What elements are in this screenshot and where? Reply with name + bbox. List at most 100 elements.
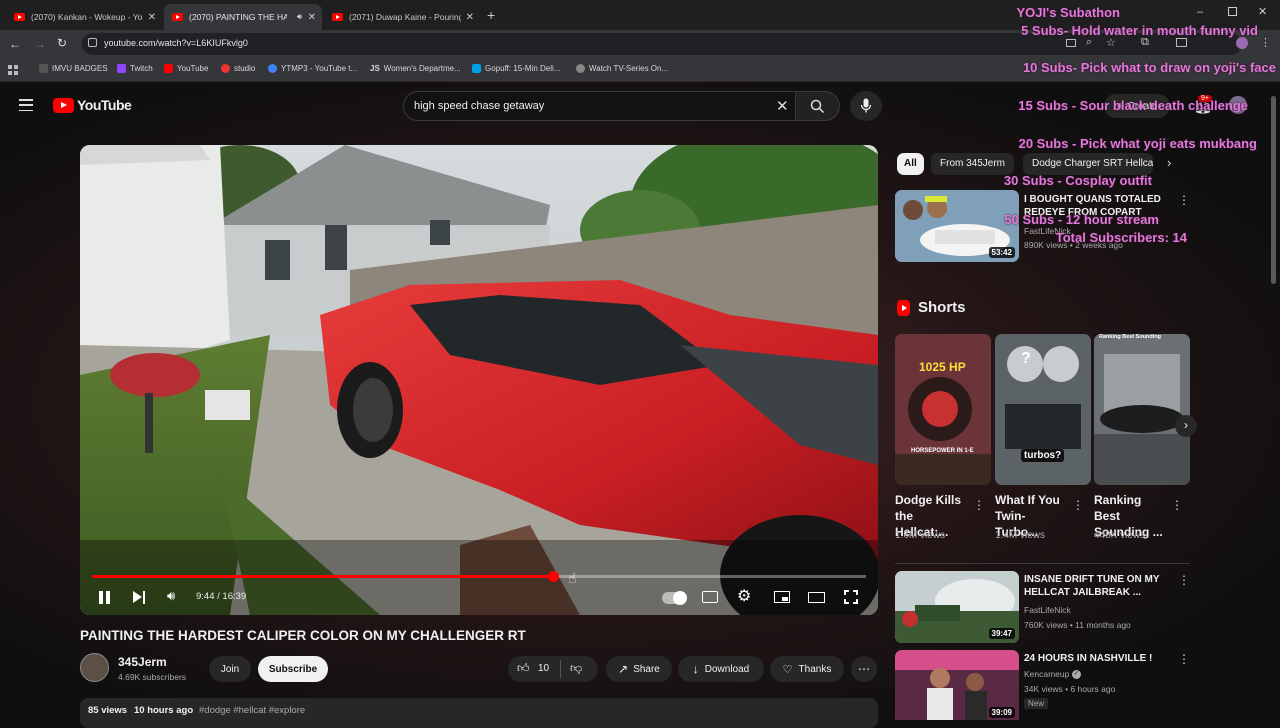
time-total: 16:39 — [222, 591, 247, 602]
more-options-icon[interactable]: ⋮ — [1178, 194, 1190, 206]
short-thumbnail[interactable]: 1025 HP HORSEPOWER IN 1-E — [895, 334, 991, 485]
rec-video-meta: 760K views • 11 months ago — [1024, 620, 1131, 630]
short-thumb-text: 1025 HP — [919, 360, 966, 374]
chips-next-icon[interactable]: › — [1167, 155, 1171, 170]
channel-name[interactable]: 345Jerm — [118, 655, 167, 669]
theater-mode-icon[interactable] — [808, 592, 825, 603]
chip-related[interactable]: Dodge Charger SRT Hellca — [1023, 153, 1153, 175]
rec-channel-name[interactable]: FastLifeNick — [1024, 605, 1071, 615]
rec-channel-name[interactable]: Kencameup ✓ — [1024, 669, 1081, 680]
site-info-icon[interactable] — [88, 38, 97, 47]
more-options-icon[interactable]: ⋮ — [1178, 653, 1190, 665]
clear-search-icon[interactable]: ✕ — [776, 97, 789, 115]
video-thumbnail[interactable]: 39:09 — [895, 650, 1019, 720]
restore-icon[interactable] — [1228, 7, 1237, 16]
short-thumbnail-image — [995, 334, 1091, 485]
download-button[interactable]: ↓ Download — [678, 656, 764, 682]
studio-icon — [221, 64, 230, 73]
short-thumbnail[interactable]: ? turbos? — [995, 334, 1091, 485]
close-window-icon[interactable]: ✕ — [1258, 5, 1267, 18]
settings-gear-icon[interactable]: ⚙︎ — [737, 586, 751, 606]
shorts-next-button[interactable]: › — [1175, 415, 1197, 437]
scrubber-handle[interactable] — [547, 571, 559, 582]
page-scrollbar-thumb[interactable] — [1271, 96, 1276, 284]
volume-icon[interactable]: 🔊︎ — [167, 588, 175, 604]
apps-grid-icon[interactable] — [8, 65, 18, 75]
rec-video-title[interactable]: 24 HOURS IN NASHVILLE ! — [1024, 652, 1164, 665]
search-button[interactable] — [796, 91, 840, 121]
voice-search-button[interactable] — [850, 91, 882, 121]
video-thumbnail[interactable]: 39:47 — [895, 571, 1019, 643]
pause-button[interactable] — [99, 591, 111, 604]
next-video-button[interactable] — [133, 591, 147, 604]
thanks-button[interactable]: ♡ Thanks — [770, 656, 844, 682]
more-options-icon[interactable]: ⋮ — [1171, 499, 1183, 511]
chip-label: Dodge Charger SRT Hellca — [1032, 158, 1153, 169]
back-icon[interactable]: ← — [9, 37, 21, 51]
audio-playing-icon[interactable]: 🔊︎ — [297, 12, 302, 22]
more-actions-button[interactable]: ⋯ — [851, 656, 877, 682]
miniplayer-icon[interactable] — [774, 591, 790, 603]
forward-icon[interactable]: → — [34, 37, 46, 51]
close-tab-icon[interactable]: ✕ — [148, 12, 156, 23]
hashtags[interactable]: #dodge #hellcat #explore — [199, 705, 305, 716]
autoplay-toggle[interactable] — [662, 591, 687, 605]
dislike-thumb-icon[interactable]: 👎︎ — [570, 661, 582, 676]
tab-title: (2070) Kankan - Wokeup - You — [31, 12, 143, 22]
overlay-goal-line: 30 Subs - Cosplay outfit — [1003, 173, 1152, 188]
short-views: 1.6M views — [895, 530, 946, 541]
channel-avatar[interactable] — [80, 653, 109, 682]
browser-tab[interactable]: (2070) Kankan - Wokeup - You ✕ — [6, 4, 162, 30]
video-player[interactable]: ☝︎ 🔊︎ 9:44 / 16:39 ⚙︎ — [80, 145, 878, 615]
bookmark-item[interactable]: Watch TV-Series On... — [576, 64, 668, 73]
progress-bar[interactable] — [92, 571, 866, 582]
like-thumb-icon[interactable]: 👍︎ — [517, 661, 530, 676]
share-button[interactable]: ↗ Share — [606, 656, 672, 682]
rec-video-title[interactable]: INSANE DRIFT TUNE ON MY HELLCAT JAILBREA… — [1024, 573, 1164, 599]
more-options-icon[interactable]: ⋮ — [1178, 574, 1190, 586]
youtube-logo[interactable]: YouTube — [53, 97, 132, 113]
short-thumb-text: turbos? — [1021, 449, 1065, 462]
bookmark-item[interactable]: Twitch — [117, 64, 153, 73]
more-options-icon[interactable]: ⋮ — [1072, 499, 1084, 511]
hamburger-menu-icon[interactable] — [19, 99, 33, 111]
short-views: 1.4M views — [995, 530, 1046, 541]
short-thumbnail[interactable]: Ranking Best Sounding — [1094, 334, 1190, 485]
video-thumbnail[interactable]: 53:42 — [895, 190, 1019, 262]
description-box[interactable]: 85 views 10 hours ago #dodge #hellcat #e… — [80, 698, 878, 728]
menu-kebab-icon[interactable]: ⋮ — [1260, 36, 1271, 49]
globe-icon — [576, 64, 585, 73]
bookmark-item[interactable]: Gopuff: 15-Min Deli... — [472, 64, 560, 73]
join-button[interactable]: Join — [209, 656, 251, 682]
subtitles-icon[interactable] — [702, 591, 718, 603]
search-input[interactable]: high speed chase getaway ✕ — [403, 91, 796, 121]
bookmark-item[interactable]: IMVU BADGES — [39, 64, 108, 73]
verified-check-icon: ✓ — [1071, 670, 1081, 680]
overlay-total-subs: Total Subscribers: 14 — [1055, 230, 1187, 245]
subscribe-button[interactable]: Subscribe — [258, 656, 328, 682]
sidepanel-icon[interactable] — [1176, 38, 1187, 47]
progress-played — [92, 575, 553, 578]
bookmark-item[interactable]: YouTube — [164, 64, 208, 73]
browser-tab[interactable]: (2071) Duwap Kaine - Pouring ✕ — [324, 4, 480, 30]
profile-avatar[interactable] — [1236, 37, 1248, 49]
overlay-title: YOJI's Subathon — [1016, 5, 1121, 20]
bookmark-item[interactable]: YTMP3 - YouTube t... — [268, 64, 357, 73]
more-options-icon[interactable]: ⋮ — [973, 499, 985, 511]
cast-icon[interactable] — [1066, 39, 1076, 47]
imvu-icon — [39, 64, 48, 73]
close-tab-icon[interactable]: ✕ — [308, 12, 316, 23]
bookmark-item[interactable]: JS Women's Departme... — [370, 64, 461, 73]
minimize-icon[interactable]: – — [1197, 6, 1203, 18]
new-tab-icon[interactable]: + — [487, 7, 495, 23]
chip-all[interactable]: All — [897, 153, 924, 175]
bookmark-item[interactable]: studio — [221, 64, 255, 73]
browser-tab-active[interactable]: (2070) PAINTING THE HAR 🔊︎ ✕ — [164, 4, 322, 30]
new-badge: New — [1024, 698, 1049, 709]
chip-from-channel[interactable]: From 345Jerm — [931, 153, 1015, 175]
reload-icon[interactable]: ↻ — [57, 36, 67, 50]
share-label: Share — [633, 663, 660, 675]
ytmp3-icon — [268, 64, 277, 73]
close-tab-icon[interactable]: ✕ — [466, 12, 474, 23]
overlay-goal-line: 5 Subs- Hold water in mouth funny vid — [1021, 23, 1258, 38]
